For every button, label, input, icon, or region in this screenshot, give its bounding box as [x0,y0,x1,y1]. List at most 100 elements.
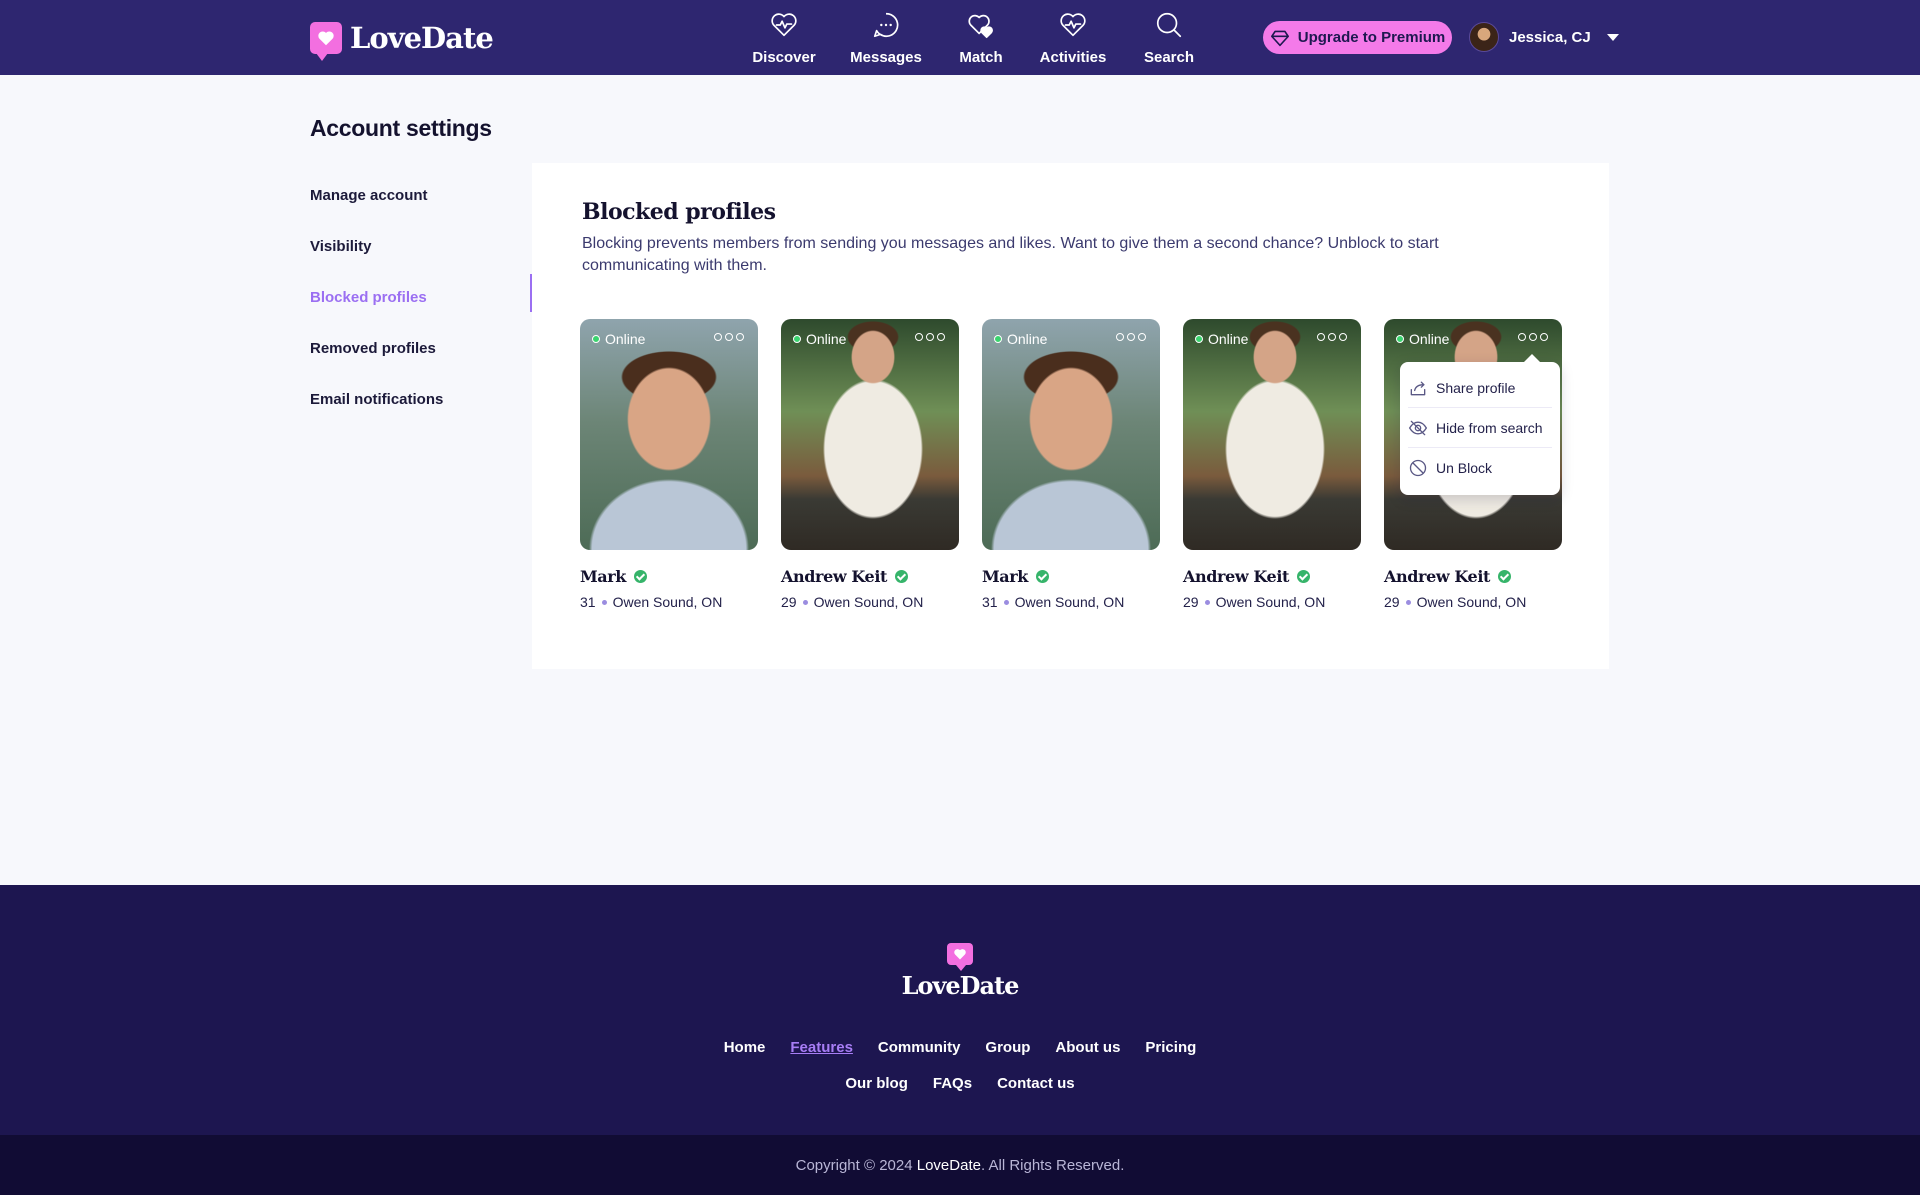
share-icon [1410,381,1426,395]
profile-name-row: Mark [580,567,758,586]
profile-name-row: Andrew Keit [781,567,959,586]
profile-card[interactable]: Online Mark 31 Owen Sound, ON [982,319,1160,610]
verified-icon [634,570,647,583]
search-icon [1156,12,1182,38]
profile-meta: 31 Owen Sound, ON [580,594,758,610]
settings-menu: Manage account Visibility Blocked profil… [310,186,443,441]
profile-card[interactable]: Online Andrew Keit 29 Owen Sound, ON [1183,319,1361,610]
more-options-icon[interactable] [1317,333,1347,341]
menu-item-label: Share profile [1436,379,1516,396]
copyright-suffix: . All Rights Reserved. [980,1156,1125,1174]
online-status: Online [793,331,846,347]
heart-pulse-icon [771,13,797,37]
profile-meta: 29 Owen Sound, ON [1183,594,1361,610]
online-status: Online [1396,331,1449,347]
online-status: Online [592,331,645,347]
user-menu[interactable]: Jessica, CJ [1469,22,1619,52]
online-label: Online [1007,331,1048,347]
sidebar-item-removed-profiles[interactable]: Removed profiles [310,339,443,390]
profile-name[interactable]: Mark [982,567,1028,586]
profile-name[interactable]: Mark [580,567,626,586]
profile-photo[interactable]: Online [982,319,1160,550]
menu-item-hide-from-search[interactable]: Hide from search [1408,408,1552,448]
logo[interactable]: LoveDate [310,20,494,61]
more-options-icon[interactable] [1116,333,1146,341]
footer-logo[interactable]: LoveDate [0,943,1920,1000]
verified-icon [895,570,908,583]
profile-name-row: Andrew Keit [1384,567,1562,586]
profile-meta: 29 Owen Sound, ON [1384,594,1562,610]
profile-name[interactable]: Andrew Keit [1384,567,1490,586]
profile-age: 29 [1384,594,1400,610]
footer-link-about-us[interactable]: About us [1055,1039,1120,1056]
nav-discover[interactable]: Discover [737,10,831,66]
footer-link-pricing[interactable]: Pricing [1145,1039,1196,1056]
chat-bubble-icon [873,12,899,38]
profile-photo[interactable]: Online [580,319,758,550]
logo-heart-icon [310,22,342,61]
nav-messages-label: Messages [850,49,922,66]
profile-location: Owen Sound, ON [1416,594,1527,610]
sidebar-item-blocked-profiles[interactable]: Blocked profiles [310,288,443,339]
menu-item-share-profile[interactable]: Share profile [1408,368,1552,408]
chevron-down-icon [1606,33,1619,41]
separator-dot [802,599,808,605]
profile-age: 29 [781,594,797,610]
profile-meta: 31 Owen Sound, ON [982,594,1160,610]
nav-match[interactable]: Match [941,10,1021,66]
profile-name-row: Andrew Keit [1183,567,1361,586]
sidebar-item-email-notifications[interactable]: Email notifications [310,390,443,441]
block-icon [1409,459,1427,477]
more-options-icon[interactable] [714,333,744,341]
avatar [1469,22,1499,52]
profile-name[interactable]: Andrew Keit [1183,567,1289,586]
profile-card[interactable]: Online Mark 31 Owen Sound, ON [580,319,758,610]
online-label: Online [806,331,847,347]
profile-location: Owen Sound, ON [813,594,924,610]
profile-age: 29 [1183,594,1199,610]
footer-link-features[interactable]: Features [790,1039,853,1056]
main-nav: Discover Messages Match Activities Searc… [720,10,1213,66]
nav-discover-label: Discover [752,49,816,66]
section-title: Blocked profiles [582,199,776,225]
separator-dot [601,599,607,605]
nav-search[interactable]: Search [1125,10,1213,66]
profile-name[interactable]: Andrew Keit [781,567,887,586]
footer-link-contact-us[interactable]: Contact us [997,1075,1075,1092]
online-label: Online [1409,331,1450,347]
online-dot-icon [592,335,600,343]
footer-link-home[interactable]: Home [724,1039,766,1056]
footer: LoveDate Home Features Community Group A… [0,885,1920,1135]
sidebar-item-visibility[interactable]: Visibility [310,237,443,288]
online-status: Online [994,331,1047,347]
copyright-brand: LoveDate [916,1156,981,1174]
online-dot-icon [1396,335,1404,343]
more-options-icon[interactable] [1518,333,1548,341]
menu-item-label: Hide from search [1436,419,1543,436]
footer-link-community[interactable]: Community [878,1039,961,1056]
footer-link-our-blog[interactable]: Our blog [845,1075,908,1092]
logo-heart-icon [947,943,973,971]
upgrade-premium-button[interactable]: Upgrade to Premium [1263,21,1452,54]
profile-photo[interactable]: Online [781,319,959,550]
profile-photo[interactable]: Online [1183,319,1361,550]
profile-card[interactable]: Online Andrew Keit 29 Owen Sound, ON [781,319,959,610]
footer-logo-text: LoveDate [901,971,1020,1000]
separator-dot [1405,599,1411,605]
footer-link-group[interactable]: Group [985,1039,1030,1056]
profile-name-row: Mark [982,567,1160,586]
footer-nav-secondary: Our blog FAQs Contact us [0,1075,1920,1092]
menu-item-unblock[interactable]: Un Block [1408,448,1552,488]
menu-item-label: Un Block [1436,460,1493,476]
profile-location: Owen Sound, ON [1014,594,1125,610]
nav-match-label: Match [959,49,1003,66]
sidebar-item-manage-account[interactable]: Manage account [310,186,443,237]
nav-activities[interactable]: Activities [1021,10,1125,66]
online-label: Online [605,331,646,347]
more-options-icon[interactable] [915,333,945,341]
footer-link-faqs[interactable]: FAQs [933,1075,972,1092]
section-description: Blocking prevents members from sending y… [582,235,1439,274]
profile-location: Owen Sound, ON [612,594,723,610]
copyright-bar: Copyright © 2024 LoveDate. All Rights Re… [0,1135,1920,1195]
nav-messages[interactable]: Messages [831,10,941,66]
